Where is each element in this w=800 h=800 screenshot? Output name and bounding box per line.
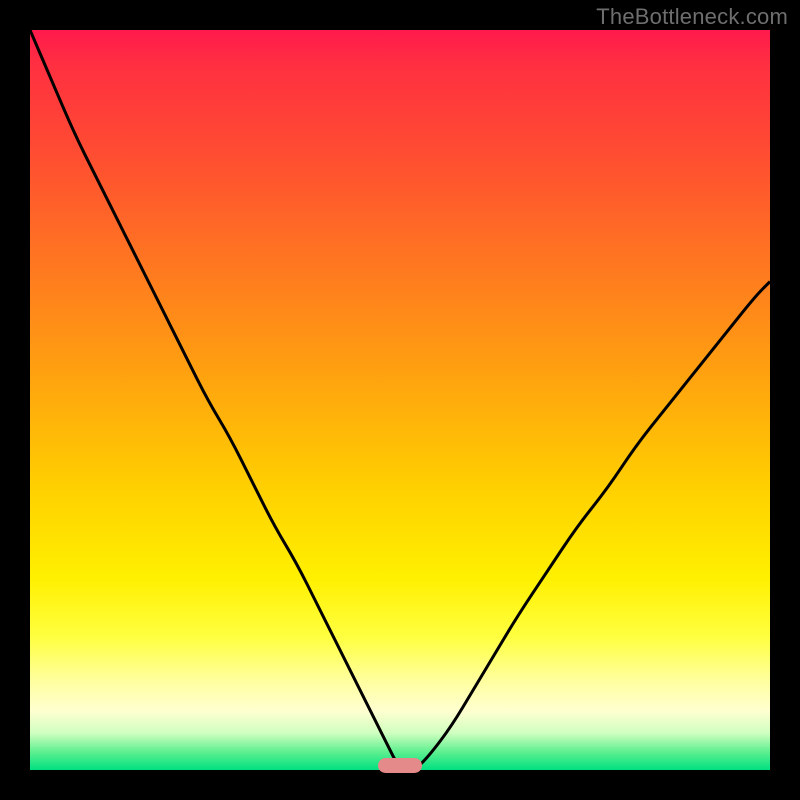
chart-frame: TheBottleneck.com — [0, 0, 800, 800]
plot-area — [30, 30, 770, 770]
watermark-text: TheBottleneck.com — [596, 4, 788, 30]
bottleneck-curve — [30, 30, 770, 770]
minimum-marker — [378, 758, 422, 773]
curve-path — [30, 30, 770, 770]
